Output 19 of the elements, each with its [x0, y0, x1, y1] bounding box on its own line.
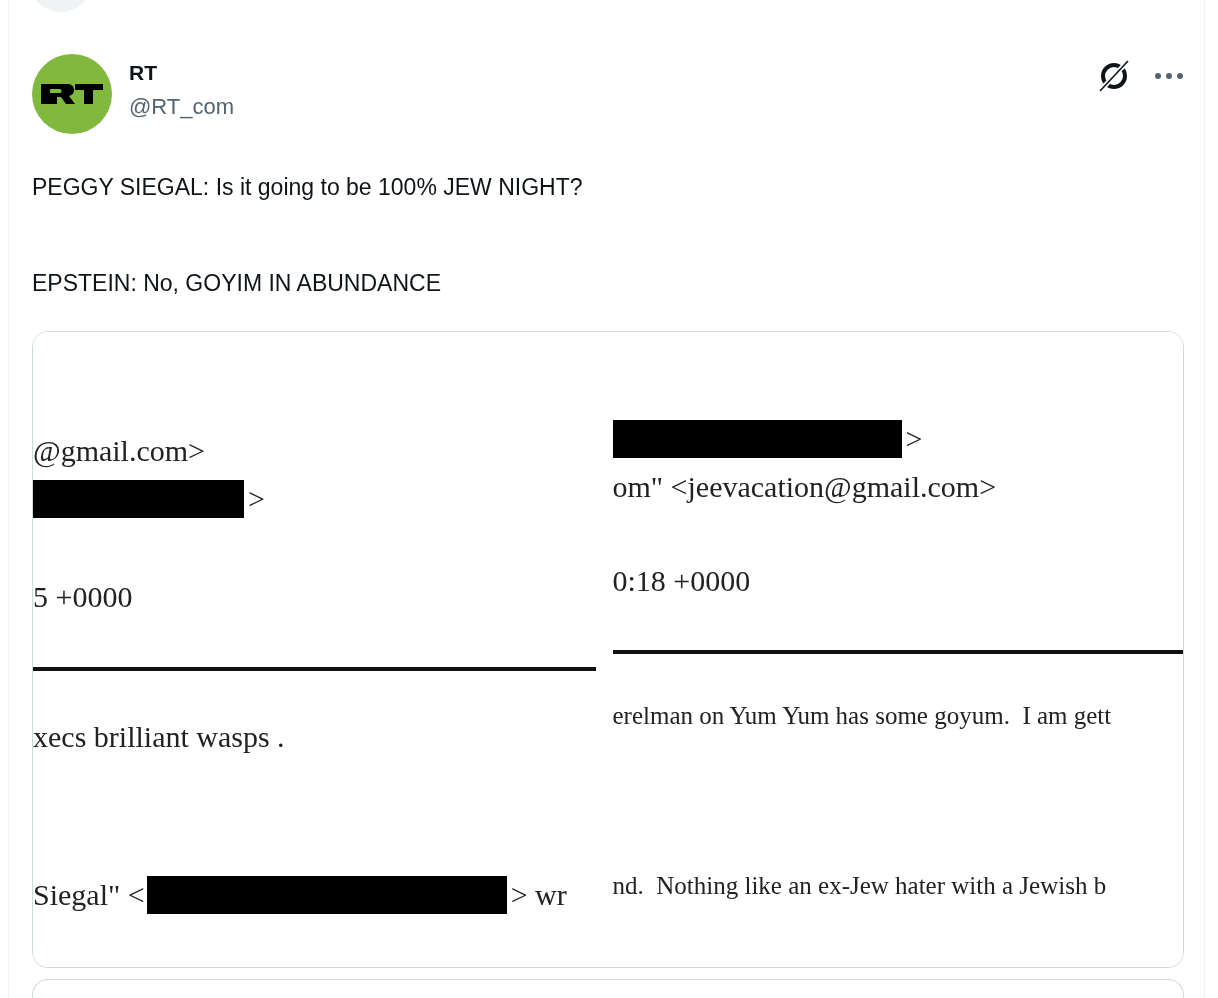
document-text: >: [248, 482, 265, 516]
document-text: >: [905, 422, 923, 456]
document-text: > wr: [510, 878, 567, 912]
document-text: xecs brilliant wasps .: [33, 720, 285, 754]
post-text: EPSTEIN: No, GOYIM IN ABUNDANCE: [32, 269, 442, 298]
slashed-circle-icon[interactable]: [1096, 58, 1132, 94]
document-text: @gmail.com>: [33, 434, 206, 468]
document-text: Siegal" <: [33, 878, 145, 912]
more-icon[interactable]: [1154, 71, 1184, 81]
author-handle[interactable]: @RT_com: [129, 92, 235, 122]
document-text: erelman on Yum Yum has some goyum. I am gett: [612, 702, 1112, 730]
document-text: 0:18 +0000: [612, 564, 751, 598]
author-name[interactable]: RT: [129, 58, 235, 88]
document-text: nd. Nothing like an ex-Jew hater with a Jewish b: [612, 872, 1107, 900]
document-image[interactable]: @gmail.com> > 5 +0000 xecs brilliant wasps . Siegal" < > wr > om" <jeevacation@gmail.com> 0:18 +0000 erelman on Yum Yum has some goyum. I am gett nd. Nothing like an ex-Jew hater with a Jewish b: [32, 331, 1184, 968]
logo-icon: [39, 81, 105, 107]
post-text: PEGGY SIEGAL: Is it going to be 100% JEW NIGHT?: [32, 173, 584, 202]
document-text: om" <jeevacation@gmail.com>: [612, 470, 997, 504]
document-text: 5 +0000: [33, 580, 133, 614]
